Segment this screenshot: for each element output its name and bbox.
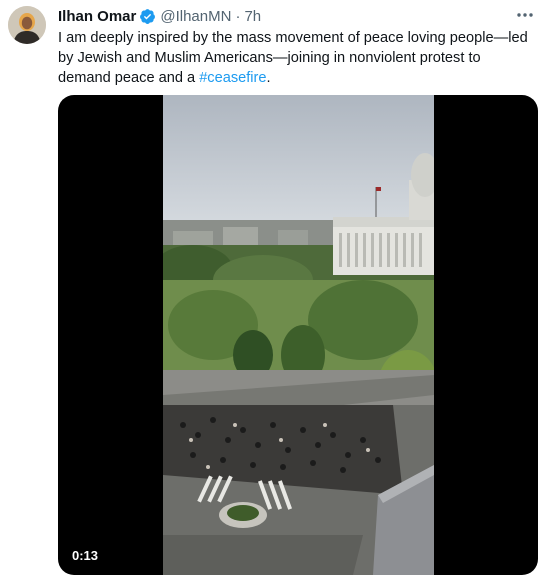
verified-badge-icon <box>140 8 156 24</box>
author-handle[interactable]: @IlhanMN <box>160 8 231 25</box>
post-time[interactable]: 7h <box>244 8 261 25</box>
more-options-icon[interactable] <box>512 4 538 26</box>
avatar[interactable] <box>8 6 46 44</box>
tweet-header: Ilhan Omar @IlhanMN · 7h <box>58 6 534 26</box>
video-frame <box>163 95 434 575</box>
video-duration: 0:13 <box>66 546 105 565</box>
separator-dot: · <box>235 7 241 25</box>
tweet-text-end: . <box>266 70 271 86</box>
tweet-text-body: I am deeply inspired by the mass movemen… <box>58 30 528 86</box>
video-player[interactable]: 0:13 <box>58 95 538 575</box>
author-name[interactable]: Ilhan Omar <box>58 8 136 25</box>
avatar-image <box>8 6 46 44</box>
tweet-text: I am deeply inspired by the mass movemen… <box>58 28 536 88</box>
more-dots-graphic <box>517 13 533 17</box>
tweet-card[interactable]: Ilhan Omar @IlhanMN · 7h I am deeply ins… <box>0 0 546 580</box>
hashtag-link[interactable]: #ceasefire <box>199 70 266 86</box>
